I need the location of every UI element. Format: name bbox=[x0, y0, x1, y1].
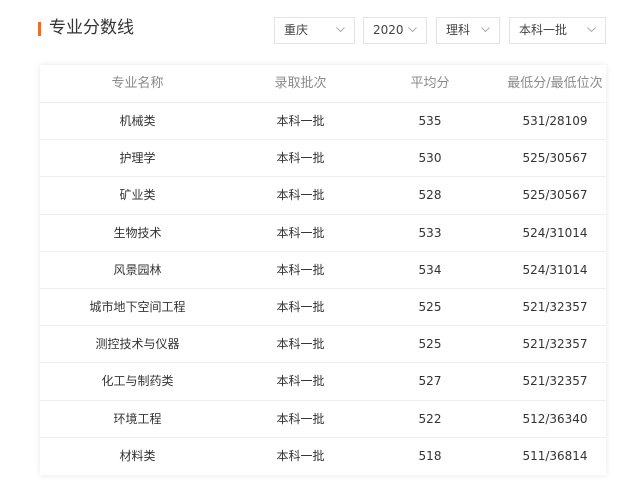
table-row: 材料类 本科一批 518 511/36814 bbox=[40, 438, 606, 475]
score-table: 专业名称 录取批次 平均分 最低分/最低位次 机械类 本科一批 535 531/… bbox=[40, 65, 606, 475]
column-header-min: 最低分/最低位次 bbox=[507, 76, 603, 91]
cell-average: 533 bbox=[418, 225, 442, 240]
table-row: 风景园林 本科一批 534 524/31014 bbox=[40, 252, 606, 289]
cell-average: 525 bbox=[418, 300, 442, 314]
cell-min: 524/31014 bbox=[522, 262, 588, 277]
cell-average: 528 bbox=[418, 188, 442, 203]
cell-min: 521/32357 bbox=[522, 374, 588, 389]
subject-select-value: 理科 bbox=[446, 23, 471, 37]
batch-select-value: 本科一批 bbox=[519, 23, 568, 37]
table-row: 环境工程 本科一批 522 512/36340 bbox=[40, 401, 606, 438]
title-accent-bar bbox=[38, 22, 41, 36]
subject-select[interactable]: 理科 bbox=[436, 17, 500, 44]
batch-select[interactable]: 本科一批 bbox=[509, 17, 606, 44]
cell-min: 512/36340 bbox=[522, 411, 588, 426]
cell-min: 521/32357 bbox=[522, 337, 588, 352]
year-select-value: 2020 bbox=[373, 23, 404, 37]
table-row: 测控技术与仪器 本科一批 525 521/32357 bbox=[40, 326, 606, 364]
chevron-down-icon bbox=[408, 27, 417, 33]
cell-min: 525/30567 bbox=[522, 188, 588, 203]
page-header: 专业分数线 重庆 2020 理科 本科一批 bbox=[0, 0, 640, 60]
table-row: 矿业类 本科一批 528 525/30567 bbox=[40, 177, 606, 215]
cell-average: 535 bbox=[418, 114, 442, 128]
chevron-down-icon bbox=[587, 27, 596, 33]
cell-average: 522 bbox=[418, 411, 442, 426]
table-row: 城市地下空间工程 本科一批 525 521/32357 bbox=[40, 289, 606, 327]
cell-min: 521/32357 bbox=[522, 300, 588, 314]
column-header-average: 平均分 bbox=[410, 76, 450, 91]
province-select[interactable]: 重庆 bbox=[274, 17, 355, 44]
cell-average: 518 bbox=[418, 448, 442, 463]
cell-min: 524/31014 bbox=[522, 225, 588, 240]
cell-average: 534 bbox=[418, 262, 442, 277]
table-row: 生物技术 本科一批 533 524/31014 bbox=[40, 215, 606, 252]
chevron-down-icon bbox=[481, 27, 490, 33]
table-row: 机械类 本科一批 535 531/28109 bbox=[40, 103, 606, 141]
cell-min: 531/28109 bbox=[522, 114, 588, 128]
cell-average: 527 bbox=[418, 374, 442, 389]
cell-average: 525 bbox=[418, 337, 442, 352]
cell-average: 530 bbox=[418, 151, 442, 166]
year-select[interactable]: 2020 bbox=[363, 17, 427, 44]
table-header: 专业名称 录取批次 平均分 最低分/最低位次 bbox=[40, 65, 606, 103]
chevron-down-icon bbox=[336, 27, 345, 33]
province-select-value: 重庆 bbox=[284, 23, 309, 37]
table-row: 化工与制药类 本科一批 527 521/32357 bbox=[40, 363, 606, 401]
page-title: 专业分数线 bbox=[49, 18, 134, 38]
cell-min: 511/36814 bbox=[522, 448, 588, 463]
table-row: 护理学 本科一批 530 525/30567 bbox=[40, 140, 606, 178]
cell-min: 525/30567 bbox=[522, 151, 588, 166]
